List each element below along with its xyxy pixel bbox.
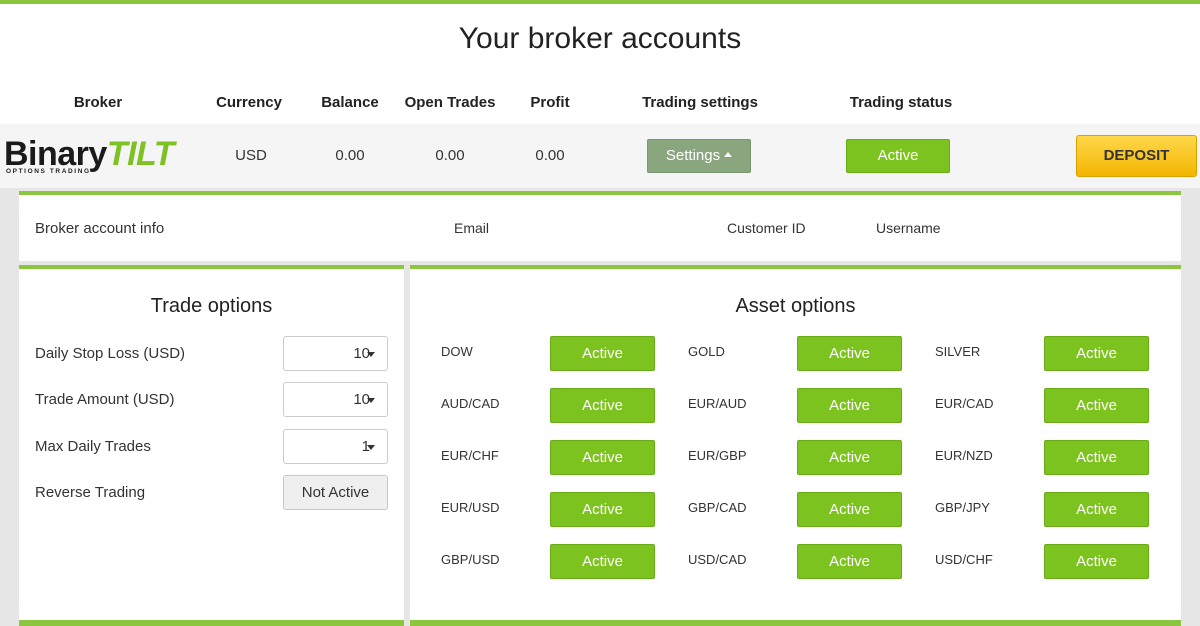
asset-label: GBP/JPY	[935, 500, 990, 515]
panel-bottom-accent	[19, 620, 404, 626]
info-username-label: Username	[876, 220, 941, 236]
asset-label: EUR/GBP	[688, 448, 747, 463]
col-header-balance: Balance	[321, 94, 379, 111]
logo-subtitle: OPTIONS TRADING	[6, 168, 91, 175]
panel-bottom-accent	[410, 620, 1181, 626]
col-header-trading-settings: Trading settings	[642, 94, 758, 111]
asset-toggle-button[interactable]: Active	[550, 440, 655, 475]
col-header-broker: Broker	[73, 94, 123, 111]
trade-options-title: Trade options	[150, 295, 273, 317]
asset-toggle-button[interactable]: Active	[1044, 544, 1149, 579]
col-header-trading-status: Trading status	[849, 94, 953, 111]
asset-label: GBP/USD	[441, 552, 500, 567]
asset-label: GBP/CAD	[688, 500, 747, 515]
asset-toggle-button[interactable]: Active	[797, 492, 902, 527]
asset-toggle-button[interactable]: Active	[1044, 388, 1149, 423]
info-email-label: Email	[454, 220, 490, 236]
account-open-trades: 0.00	[435, 147, 465, 164]
asset-label: EUR/NZD	[935, 448, 993, 463]
asset-label: DOW	[441, 344, 473, 359]
asset-toggle-button[interactable]: Active	[550, 388, 655, 423]
asset-label: USD/CHF	[935, 552, 993, 567]
asset-toggle-button[interactable]: Active	[1044, 440, 1149, 475]
info-customer-id-label: Customer ID	[727, 220, 806, 236]
broker-logo: BinaryTILT OPTIONS TRADING	[4, 137, 204, 179]
asset-toggle-button[interactable]: Active	[550, 544, 655, 579]
account-profit: 0.00	[535, 147, 565, 164]
trade-amount-select[interactable]: 10	[283, 382, 388, 417]
settings-button-label: Settings	[665, 147, 721, 164]
asset-label: AUD/CAD	[441, 396, 500, 411]
account-currency: USD	[235, 147, 267, 164]
col-header-profit: Profit	[530, 94, 570, 111]
asset-label: GOLD	[688, 344, 725, 359]
trading-status-button[interactable]: Active	[846, 139, 950, 173]
asset-label: USD/CAD	[688, 552, 747, 567]
top-accent-bar	[0, 0, 1200, 4]
asset-toggle-button[interactable]: Active	[550, 336, 655, 371]
chevron-down-icon	[367, 398, 375, 403]
asset-toggle-button[interactable]: Active	[797, 544, 902, 579]
chevron-down-icon	[367, 352, 375, 357]
asset-toggle-button[interactable]: Active	[797, 440, 902, 475]
col-header-currency: Currency	[216, 94, 282, 111]
asset-toggle-button[interactable]: Active	[1044, 336, 1149, 371]
max-daily-trades-label: Max Daily Trades	[35, 438, 151, 455]
asset-options-title: Asset options	[735, 295, 856, 317]
caret-up-icon	[724, 152, 733, 158]
asset-toggle-button[interactable]: Active	[797, 336, 902, 371]
asset-toggle-button[interactable]: Active	[1044, 492, 1149, 527]
reverse-trading-label: Reverse Trading	[35, 484, 146, 501]
asset-label: SILVER	[935, 344, 981, 359]
asset-label: EUR/USD	[441, 500, 500, 515]
reverse-trading-toggle[interactable]: Not Active	[283, 475, 388, 510]
asset-toggle-button[interactable]: Active	[797, 388, 902, 423]
broker-account-info-panel	[19, 191, 1181, 261]
page-title: Your broker accounts	[458, 22, 742, 55]
asset-label: EUR/CAD	[935, 396, 994, 411]
asset-toggle-button[interactable]: Active	[550, 492, 655, 527]
asset-label: EUR/AUD	[688, 396, 747, 411]
asset-label: EUR/CHF	[441, 448, 499, 463]
logo-text-tilt: TILT	[106, 135, 175, 173]
daily-stop-loss-select[interactable]: 10	[283, 336, 388, 371]
trade-amount-label: Trade Amount (USD)	[35, 391, 175, 408]
deposit-button[interactable]: DEPOSIT	[1076, 135, 1197, 177]
daily-stop-loss-label: Daily Stop Loss (USD)	[35, 345, 186, 362]
broker-account-info-title: Broker account info	[35, 220, 165, 237]
account-balance: 0.00	[335, 147, 365, 164]
col-header-open-trades: Open Trades	[404, 94, 496, 111]
max-daily-trades-select[interactable]: 1	[283, 429, 388, 464]
settings-button[interactable]: Settings	[647, 139, 751, 173]
chevron-down-icon	[367, 445, 375, 450]
